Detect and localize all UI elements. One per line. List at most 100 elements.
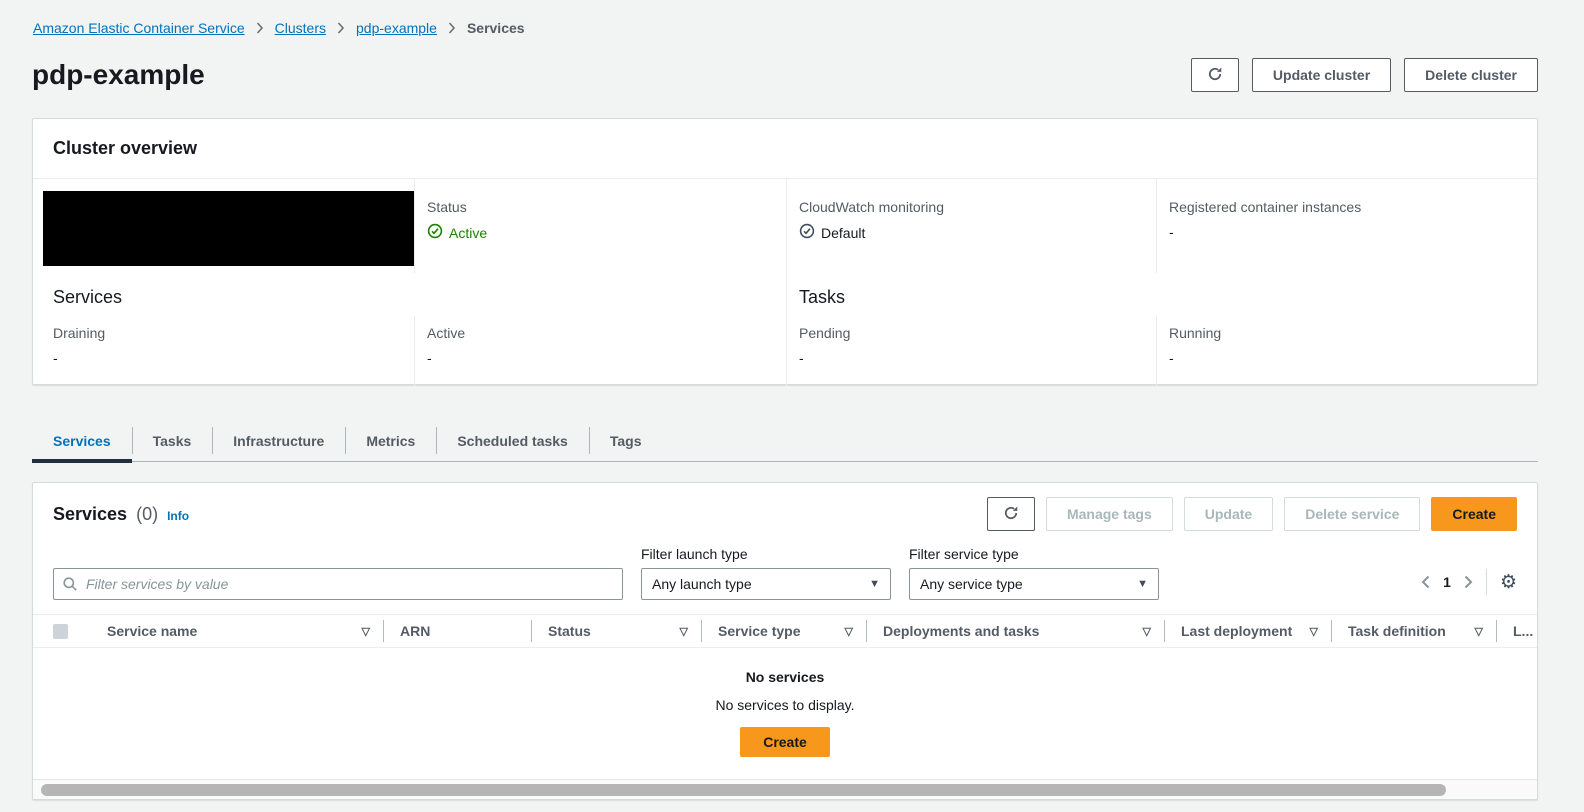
delete-service-button[interactable]: Delete service xyxy=(1284,497,1421,531)
tab-metrics[interactable]: Metrics xyxy=(345,420,436,461)
active-value: - xyxy=(427,350,432,366)
empty-state-title: No services xyxy=(745,669,825,685)
active-cell: Active - xyxy=(414,316,786,386)
running-label: Running xyxy=(1169,325,1222,341)
chevron-down-icon: ▼ xyxy=(1137,578,1148,590)
sort-icon: ▽ xyxy=(1309,625,1318,638)
tab-infrastructure[interactable]: Infrastructure xyxy=(212,420,345,461)
column-header-deployments-and-tasks[interactable]: Deployments and tasks ▽ xyxy=(866,620,1164,642)
check-circle-icon xyxy=(427,223,443,242)
column-header-arn: ARN xyxy=(383,620,531,642)
page-title: pdp-example xyxy=(32,59,205,90)
refresh-services-button[interactable] xyxy=(986,497,1035,531)
chevron-right-icon xyxy=(256,22,264,34)
horizontal-scrollbar[interactable] xyxy=(33,779,1537,799)
tab-services[interactable]: Services xyxy=(32,420,132,463)
pending-cell: Pending - xyxy=(786,316,1156,386)
pending-label: Pending xyxy=(799,325,851,341)
page-actions: Update cluster Delete cluster xyxy=(1190,58,1538,92)
cluster-overview-section-headers: Services Tasks xyxy=(33,273,1537,316)
empty-state-create-button[interactable]: Create xyxy=(740,727,830,757)
filter-launch-type-label: Filter launch type xyxy=(641,546,748,562)
tasks-section-title: Tasks xyxy=(786,273,1537,316)
cluster-name-cell xyxy=(33,179,414,273)
running-cell: Running - xyxy=(1156,316,1537,386)
sort-icon: ▽ xyxy=(1474,625,1483,638)
check-circle-icon xyxy=(799,223,815,242)
column-header-truncated: L... xyxy=(1496,620,1537,642)
filter-services-input[interactable] xyxy=(53,568,623,600)
services-count: (0) xyxy=(136,503,159,524)
page-header: pdp-example Update cluster Delete cluste… xyxy=(32,58,1538,92)
refresh-button[interactable] xyxy=(1190,58,1239,92)
manage-tags-button[interactable]: Manage tags xyxy=(1045,497,1173,531)
services-panel-actions: Manage tags Update Delete service Create xyxy=(986,497,1517,531)
column-header-task-definition[interactable]: Task definition ▽ xyxy=(1331,620,1496,642)
registered-instances-value: - xyxy=(1169,224,1174,240)
services-panel-header: Services (0) Info Manage tags Update Del… xyxy=(33,483,1537,531)
tab-tasks[interactable]: Tasks xyxy=(131,420,213,461)
info-link[interactable]: Info xyxy=(167,509,189,523)
services-filter-row: Filter launch type Any launch type ▼ Fil… xyxy=(33,531,1537,600)
sort-icon: ▽ xyxy=(844,625,853,638)
service-type-select[interactable]: Any service type ▼ xyxy=(909,568,1159,600)
registered-instances-cell: Registered container instances - xyxy=(1156,179,1537,273)
breadcrumb-link-ecs[interactable]: Amazon Elastic Container Service xyxy=(33,20,245,36)
cluster-tabs: Services Tasks Infrastructure Metrics Sc… xyxy=(32,420,1538,463)
search-icon xyxy=(62,576,78,595)
divider xyxy=(1485,569,1487,595)
draining-label: Draining xyxy=(53,325,106,341)
create-service-button[interactable]: Create xyxy=(1431,497,1517,531)
services-panel: Services (0) Info Manage tags Update Del… xyxy=(32,482,1538,800)
chevron-right-icon xyxy=(337,22,345,34)
cloudwatch-value: Default xyxy=(821,224,866,241)
scrollbar-thumb[interactable] xyxy=(41,784,1446,796)
launch-type-value: Any launch type xyxy=(652,576,752,592)
next-page-button[interactable] xyxy=(1464,575,1473,589)
services-table-header: Service name ▽ ARN Status ▽ Service type… xyxy=(33,614,1537,648)
launch-type-select[interactable]: Any launch type ▼ xyxy=(641,568,891,600)
pagination: 1 ⚙ xyxy=(1421,566,1517,598)
tab-tags[interactable]: Tags xyxy=(588,420,663,461)
update-cluster-button[interactable]: Update cluster xyxy=(1251,58,1392,92)
breadcrumb-current: Services xyxy=(466,20,525,36)
redacted-block xyxy=(43,191,414,266)
running-value: - xyxy=(1169,350,1174,366)
chevron-down-icon: ▼ xyxy=(869,578,880,590)
settings-gear-icon[interactable]: ⚙ xyxy=(1500,572,1517,592)
delete-cluster-button[interactable]: Delete cluster xyxy=(1404,58,1538,92)
status-label: Status xyxy=(427,199,467,215)
cluster-overview-title: Cluster overview xyxy=(33,119,1537,179)
services-section-title: Services xyxy=(53,287,123,307)
draining-value: - xyxy=(53,350,58,366)
active-label: Active xyxy=(427,325,466,341)
column-header-service-name[interactable]: Service name ▽ xyxy=(91,620,383,642)
cluster-overview-row-top: Status Active CloudWatch monitoring Defa… xyxy=(33,179,1537,273)
chevron-right-icon xyxy=(448,22,456,34)
update-service-button[interactable]: Update xyxy=(1183,497,1274,531)
refresh-icon xyxy=(1003,505,1019,524)
service-type-value: Any service type xyxy=(920,576,1023,592)
breadcrumb-link-clusters[interactable]: Clusters xyxy=(275,20,326,36)
pending-value: - xyxy=(799,350,804,366)
filter-service-type-label: Filter service type xyxy=(909,546,1019,562)
sort-icon: ▽ xyxy=(361,625,370,638)
cluster-overview-row-bottom: Draining - Active - Pending - Running - xyxy=(33,316,1537,386)
draining-cell: Draining - xyxy=(33,316,414,386)
empty-state-message: No services to display. xyxy=(715,697,855,713)
cloudwatch-cell: CloudWatch monitoring Default xyxy=(786,179,1156,273)
page-number[interactable]: 1 xyxy=(1443,574,1451,590)
refresh-icon xyxy=(1207,66,1223,85)
cloudwatch-label: CloudWatch monitoring xyxy=(799,199,944,215)
tab-scheduled-tasks[interactable]: Scheduled tasks xyxy=(436,420,589,461)
column-header-status[interactable]: Status ▽ xyxy=(531,620,701,642)
column-header-last-deployment[interactable]: Last deployment ▽ xyxy=(1164,620,1331,642)
status-cell: Status Active xyxy=(414,179,786,273)
column-header-service-type[interactable]: Service type ▽ xyxy=(701,620,866,642)
previous-page-button[interactable] xyxy=(1421,575,1430,589)
select-all-checkbox[interactable] xyxy=(53,623,68,639)
breadcrumb: Amazon Elastic Container Service Cluster… xyxy=(33,20,525,36)
services-panel-title: Services xyxy=(53,503,128,524)
status-value: Active xyxy=(449,224,488,241)
breadcrumb-link-cluster-name[interactable]: pdp-example xyxy=(356,20,437,36)
